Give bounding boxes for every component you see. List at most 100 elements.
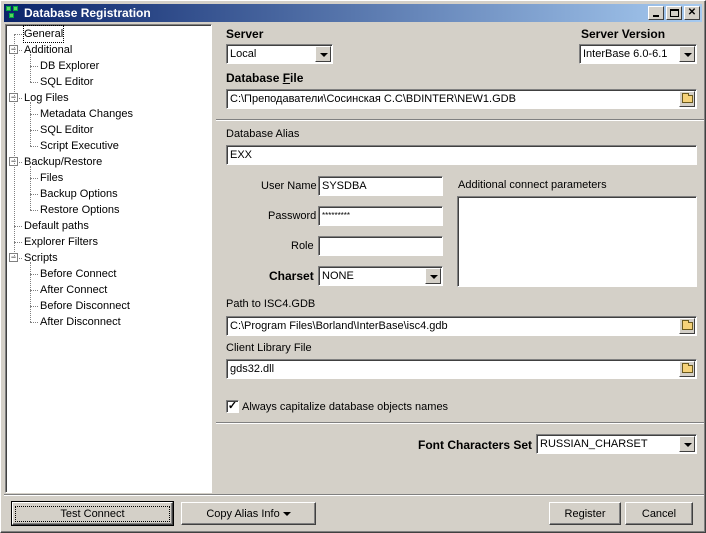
bottom-separator: [4, 494, 704, 496]
tree-connector: [30, 54, 31, 82]
copy-alias-label: Copy Alias Info: [206, 507, 280, 520]
tree-connector: [30, 178, 38, 179]
folder-icon: [682, 320, 693, 330]
tree-item[interactable]: Script Executive: [40, 138, 119, 154]
tree-item[interactable]: Explorer Filters: [24, 234, 98, 250]
tree-item[interactable]: General: [22, 25, 65, 43]
register-button[interactable]: Register: [549, 502, 621, 525]
server-version-dropdown-button[interactable]: [679, 46, 695, 62]
additional-params-memo[interactable]: [457, 196, 697, 287]
client-lib-input[interactable]: gds32.dll: [226, 359, 697, 379]
tree-connector: [30, 82, 38, 83]
tree-connector: [30, 114, 38, 115]
window-title: Database Registration: [24, 6, 151, 20]
separator: [216, 119, 704, 121]
password-input[interactable]: *********: [318, 206, 443, 226]
cancel-label: Cancel: [641, 507, 677, 520]
isc4-label: Path to ISC4.GDB: [226, 298, 316, 310]
cancel-button[interactable]: Cancel: [625, 502, 693, 525]
alias-value: EXX: [230, 149, 253, 161]
font-charset-label: Font Characters Set: [418, 438, 533, 452]
tree-item[interactable]: Before Connect: [40, 266, 116, 282]
tree-item[interactable]: After Connect: [40, 282, 107, 298]
tree-connector: [30, 66, 38, 67]
tree-item[interactable]: DB Explorer: [40, 58, 99, 74]
copy-alias-button[interactable]: Copy Alias Info: [181, 502, 316, 525]
tree-connector: [30, 102, 31, 146]
tree-item[interactable]: Backup/Restore: [24, 154, 102, 170]
tree-item[interactable]: SQL Editor: [40, 74, 93, 90]
tree-item[interactable]: Default paths: [24, 218, 89, 234]
font-charset-dropdown-button[interactable]: [679, 436, 695, 452]
username-input[interactable]: SYSDBA: [318, 176, 443, 196]
folder-icon: [682, 363, 693, 373]
username-label: User Name: [261, 180, 317, 192]
role-input[interactable]: [318, 236, 443, 256]
font-charset-combo[interactable]: RUSSIAN_CHARSET: [536, 434, 697, 454]
server-version-value: InterBase 6.0-6.1: [583, 48, 668, 60]
folder-icon: [682, 93, 693, 103]
server-value: Local: [230, 48, 257, 60]
capitalize-label[interactable]: Always capitalize database objects names: [242, 401, 448, 413]
client-lib-browse-button[interactable]: [679, 361, 695, 377]
isc4-browse-button[interactable]: [679, 318, 695, 334]
tree-item[interactable]: After Disconnect: [40, 314, 121, 330]
tree-connector: [30, 130, 38, 131]
test-connect-label: Test Connect: [15, 505, 170, 522]
database-registration-window: Database Registration ✕ General Additiona…: [0, 0, 706, 533]
charset-combo[interactable]: NONE: [318, 266, 443, 286]
database-file-value: C:\Преподаватели\Сосинская С.С\BDINTER\N…: [230, 93, 516, 105]
client-lib-label: Client Library File: [226, 342, 312, 354]
alias-label: Database Alias: [226, 128, 300, 140]
capitalize-checkbox[interactable]: ✓: [226, 400, 239, 413]
tree-item[interactable]: SQL Editor: [40, 122, 93, 138]
additional-params-label: Additional connect parameters: [458, 179, 607, 191]
font-charset-value: RUSSIAN_CHARSET: [540, 438, 648, 450]
tree-connector: [14, 34, 15, 258]
minimize-button[interactable]: [648, 6, 664, 20]
tree-item[interactable]: Metadata Changes: [40, 106, 133, 122]
close-button[interactable]: ✕: [684, 6, 700, 20]
database-file-input[interactable]: C:\Преподаватели\Сосинская С.С\BDINTER\N…: [226, 89, 697, 109]
charset-value: NONE: [322, 270, 354, 282]
test-connect-button[interactable]: Test Connect: [11, 501, 174, 526]
dropdown-arrow-icon: [282, 511, 291, 516]
tree-connector: [30, 194, 38, 195]
register-label: Register: [564, 507, 606, 520]
tree-connector: [30, 146, 38, 147]
charset-label: Charset: [269, 269, 314, 283]
tree-item[interactable]: Restore Options: [40, 202, 119, 218]
minimize-icon: [653, 15, 659, 17]
tree-connector: [14, 242, 22, 243]
database-file-browse-button[interactable]: [679, 91, 695, 107]
server-combo[interactable]: Local: [226, 44, 333, 64]
server-dropdown-button[interactable]: [315, 46, 331, 62]
database-file-label: Database File: [226, 71, 304, 85]
tree-item[interactable]: Before Disconnect: [40, 298, 130, 314]
alias-input[interactable]: EXX: [226, 145, 697, 165]
tree-item[interactable]: Additional: [24, 42, 72, 58]
password-value: *********: [322, 211, 351, 220]
tree-item[interactable]: Files: [40, 170, 63, 186]
options-tree[interactable]: General Additional − DB Explorer SQL Editor L…: [5, 24, 212, 493]
password-label: Password: [268, 210, 317, 222]
role-label: Role: [291, 240, 314, 252]
username-value: SYSDBA: [322, 180, 367, 192]
tree-connector: [30, 274, 38, 275]
maximize-button[interactable]: [666, 6, 682, 20]
isc4-input[interactable]: C:\Program Files\Borland\InterBase\isc4.…: [226, 316, 697, 336]
charset-dropdown-button[interactable]: [425, 268, 441, 284]
tree-connector: [30, 210, 38, 211]
tree-connector: [14, 34, 22, 35]
title-bar[interactable]: Database Registration ✕: [4, 4, 702, 22]
tree-connector: [30, 166, 31, 210]
maximize-icon: [670, 9, 679, 17]
app-icon: [6, 6, 20, 20]
tree-connector: [30, 262, 31, 322]
tree-item[interactable]: Backup Options: [40, 186, 118, 202]
server-label: Server: [226, 27, 264, 41]
close-icon: ✕: [687, 7, 697, 18]
server-version-combo[interactable]: InterBase 6.0-6.1: [579, 44, 697, 64]
separator: [216, 422, 704, 424]
checkmark-icon: ✓: [227, 400, 238, 412]
